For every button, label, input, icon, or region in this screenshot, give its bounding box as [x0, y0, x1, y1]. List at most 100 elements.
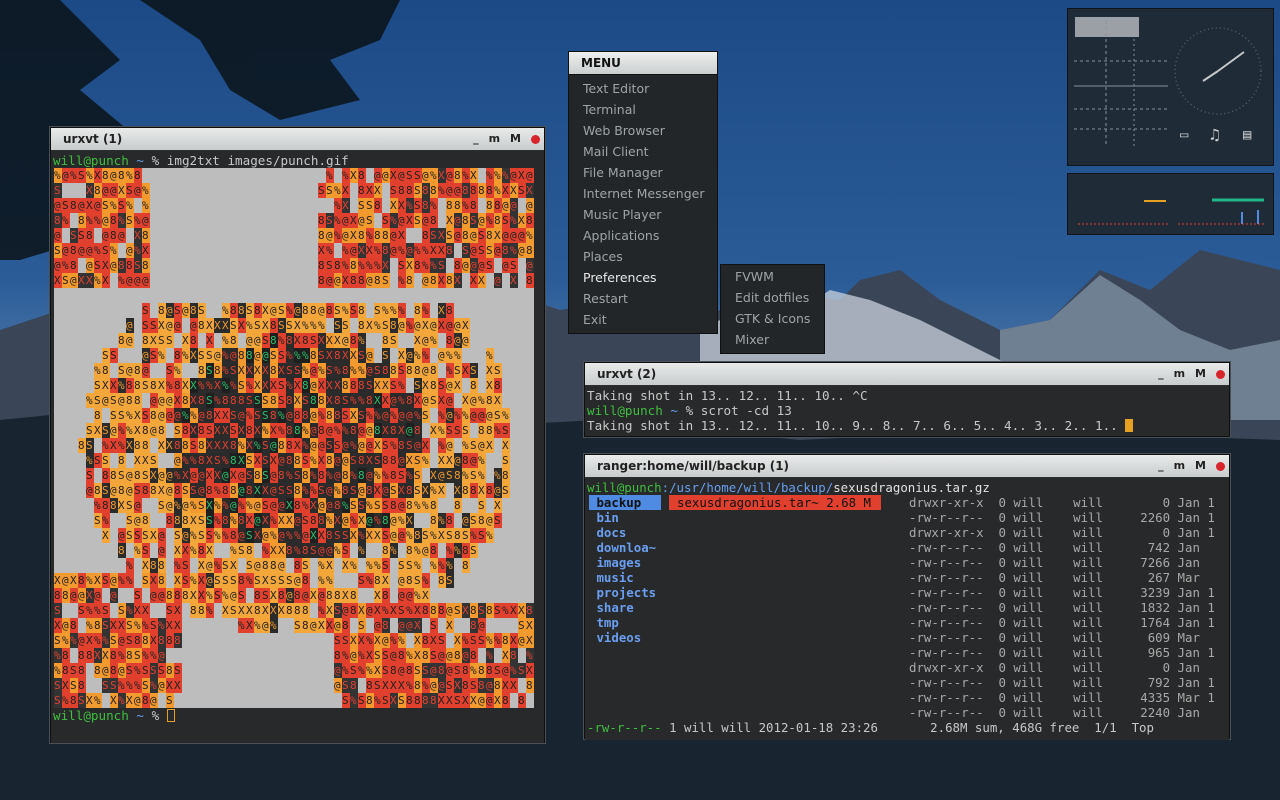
preferences-submenu[interactable]: FVWM Edit dotfiles GTK & Icons Mixer	[720, 264, 825, 354]
dir-item[interactable]: images	[589, 555, 661, 570]
close-button[interactable]	[531, 134, 540, 144]
listing-row: -rw-r--r-- 0 will will 1764 Jan 1	[909, 615, 1215, 630]
selected-file[interactable]: sexusdragonius.tar~ 2.68 M	[669, 495, 881, 510]
network-graph	[1078, 198, 1264, 225]
ranger-titlebar[interactable]: ranger:home/will/backup (1) _ m M	[585, 455, 1229, 478]
ranger-terminal[interactable]: will@punch:/usr/home/will/backup/sexusdr…	[585, 478, 1229, 740]
dir-item[interactable]: tmp	[589, 615, 661, 630]
root-menu[interactable]: MENU Text Editor Terminal Web Browser Ma…	[568, 51, 718, 334]
minimize-button[interactable]: _	[1158, 363, 1164, 385]
prompt-path: ~	[670, 403, 679, 418]
menu-title: MENU	[569, 52, 717, 75]
prompt-symbol: %	[151, 708, 160, 723]
window-title: urxvt (2)	[597, 367, 657, 381]
dir-item-selected[interactable]: backup	[589, 495, 661, 510]
conky-widget: ▭ ♫ ▤	[1067, 8, 1274, 166]
prompt-path: ~	[136, 708, 145, 723]
prompt-symbol: %	[151, 153, 160, 168]
dir-item[interactable]: projects	[589, 585, 661, 600]
ranger-columns: backup bin docs downloa~ images music pr…	[587, 495, 1227, 720]
menu-item-web-browser[interactable]: Web Browser	[569, 120, 717, 141]
urxvt2-titlebar[interactable]: urxvt (2) _ m M	[585, 363, 1229, 386]
window-title: ranger:home/will/backup (1)	[597, 459, 790, 473]
listing-row: drwxr-xr-x 0 will will 0 Jan 1	[909, 495, 1215, 510]
terminal-cursor	[1125, 419, 1134, 432]
listing-column: drwxr-xr-x 0 will will 0 Jan 1 -rw-r--r--…	[909, 495, 1229, 720]
minimize-button[interactable]: _	[473, 128, 479, 150]
file-column: sexusdragonius.tar~ 2.68 M	[669, 495, 881, 510]
prompt-user: will@punch	[53, 153, 129, 168]
menu-item-file-manager[interactable]: File Manager	[569, 162, 717, 183]
maximize-button[interactable]: M	[1195, 363, 1206, 385]
urxvt1-terminal[interactable]: will@punch ~ % img2txt images/punch.gif …	[51, 151, 544, 743]
close-button[interactable]	[1216, 461, 1225, 471]
dir-item[interactable]: docs	[589, 525, 661, 540]
command-text: img2txt images/punch.gif	[166, 153, 349, 168]
card-icon: ▤	[1243, 127, 1252, 143]
urxvt1-window[interactable]: urxvt (1) _ m M will@punch ~ % img2txt i…	[50, 127, 545, 743]
listing-row: -rw-r--r-- 0 will will 792 Jan 1	[909, 675, 1215, 690]
listing-row: -rw-r--r-- 0 will will 7266 Jan	[909, 555, 1200, 570]
listing-row: -rw-r--r-- 0 will will 2260 Jan 1	[909, 510, 1215, 525]
listing-row: -rw-r--r-- 0 will will 267 Mar	[909, 570, 1200, 585]
urxvt2-terminal[interactable]: Taking shot in 13.. 12.. 11.. 10.. ^C wi…	[585, 386, 1229, 436]
prompt-user: will@punch	[53, 708, 129, 723]
listing-row: drwxr-xr-x 0 will will 0 Jan 1	[909, 525, 1215, 540]
window-title: urxvt (1)	[63, 132, 123, 146]
listing-row: -rw-r--r-- 0 will will 4335 Mar 1	[909, 690, 1215, 705]
output-line: Taking shot in 13.. 12.. 11.. 10.. 9.. 8…	[587, 418, 1118, 433]
dir-item[interactable]: bin	[589, 510, 661, 525]
submenu-item-mixer[interactable]: Mixer	[721, 329, 824, 350]
listing-row: -rw-r--r-- 0 will will 2240 Jan	[909, 705, 1200, 720]
listing-row: drwxr-xr-x 0 will will 0 Jan	[909, 660, 1200, 675]
listing-row: -rw-r--r-- 0 will will 3239 Jan 1	[909, 585, 1215, 600]
ranger-window[interactable]: ranger:home/will/backup (1) _ m M will@p…	[584, 454, 1230, 740]
music-note-icon: ♫	[1210, 125, 1220, 144]
command-text: scrot -cd 13	[700, 403, 792, 418]
menu-item-exit[interactable]: Exit	[569, 309, 717, 330]
submenu-item-gtk-icons[interactable]: GTK & Icons	[721, 308, 824, 329]
menu-item-internet-messenger[interactable]: Internet Messenger	[569, 183, 717, 204]
menu-item-restart[interactable]: Restart	[569, 288, 717, 309]
path-user: will@punch	[587, 480, 662, 495]
dir-column: backup bin docs downloa~ images music pr…	[589, 495, 661, 645]
dir-item[interactable]: downloa~	[589, 540, 661, 555]
terminal-cursor	[166, 709, 175, 722]
ascii-art-image: % @% S% X 8 @8% 8%% X 8 @ @ X @ S S @% X @8% X%%% @ X @ S X 8 @ @ X…	[54, 168, 534, 708]
urxvt2-window[interactable]: urxvt (2) _ m M Taking shot in 13.. 12..…	[584, 362, 1230, 437]
submenu-item-edit-dotfiles[interactable]: Edit dotfiles	[721, 287, 824, 308]
prompt-user: will@punch	[587, 403, 663, 418]
maximize-button[interactable]: M	[510, 128, 521, 150]
laptop-icon: ▭	[1180, 127, 1189, 143]
listing-row: -rw-r--r-- 0 will will 1832 Jan 1	[909, 600, 1215, 615]
menu-item-mail-client[interactable]: Mail Client	[569, 141, 717, 162]
status-info: 1 will will 2012-01-18 23:26	[669, 720, 878, 735]
network-widget	[1067, 173, 1274, 235]
menu-item-preferences[interactable]: Preferences	[569, 267, 717, 288]
close-button[interactable]	[1216, 369, 1225, 379]
listing-row: -rw-r--r-- 0 will will 742 Jan	[909, 540, 1200, 555]
maximize-small-button[interactable]: m	[1174, 455, 1185, 477]
urxvt1-titlebar[interactable]: urxvt (1) _ m M	[51, 128, 544, 151]
submenu-item-fvwm[interactable]: FVWM	[721, 266, 824, 287]
status-perm: -rw-r--r--	[587, 720, 662, 735]
path-dir: :/usr/home/will/backup/	[661, 480, 834, 495]
prompt-symbol: %	[685, 403, 694, 418]
menu-item-music-player[interactable]: Music Player	[569, 204, 717, 225]
dir-item[interactable]: videos	[589, 630, 661, 645]
output-line: Taking shot in 13.. 12.. 11.. 10.. ^C	[587, 388, 868, 403]
dir-item[interactable]: share	[589, 600, 661, 615]
dir-item[interactable]: music	[589, 570, 661, 585]
prompt-path: ~	[136, 153, 145, 168]
menu-item-terminal[interactable]: Terminal	[569, 99, 717, 120]
menu-item-text-editor[interactable]: Text Editor	[569, 78, 717, 99]
path-file: sexusdragonius.tar.gz	[833, 480, 990, 495]
maximize-small-button[interactable]: m	[1174, 363, 1185, 385]
listing-row: -rw-r--r-- 0 will will 609 Mar	[909, 630, 1200, 645]
menu-item-places[interactable]: Places	[569, 246, 717, 267]
maximize-button[interactable]: M	[1195, 455, 1206, 477]
maximize-small-button[interactable]: m	[489, 128, 500, 150]
minimize-button[interactable]: _	[1158, 455, 1164, 477]
status-right: 2.68M sum, 468G free 1/1 Top	[930, 720, 1154, 735]
menu-item-applications[interactable]: Applications	[569, 225, 717, 246]
